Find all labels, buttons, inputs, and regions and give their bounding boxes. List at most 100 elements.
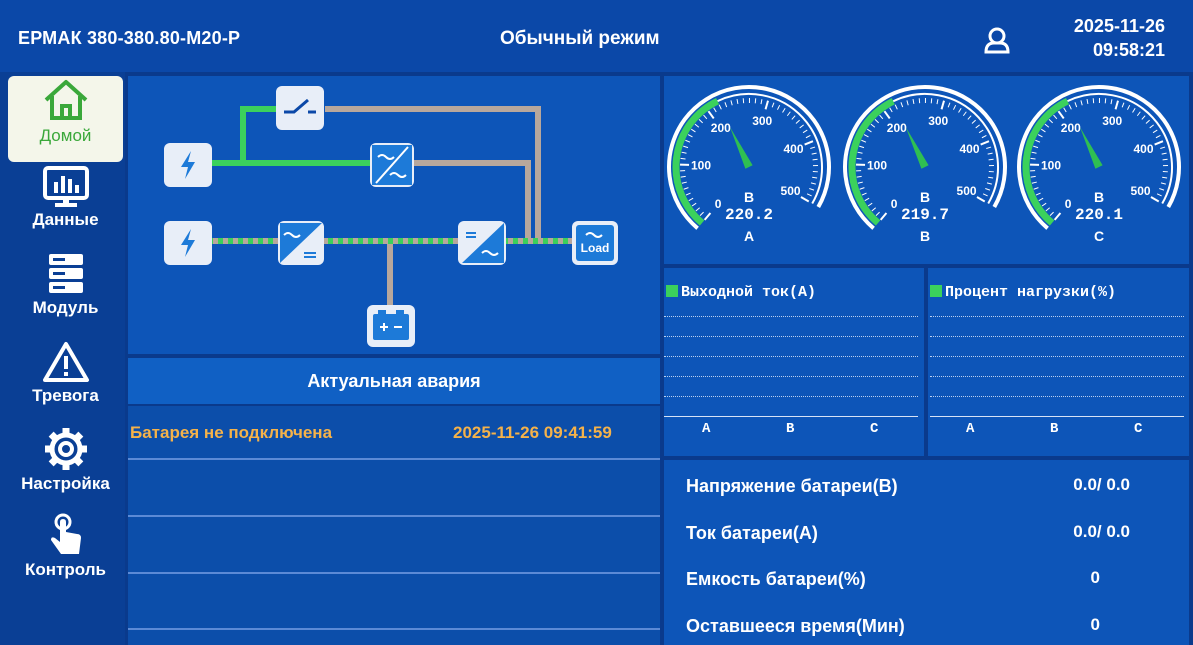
gauge-tick <box>777 104 781 110</box>
gauge-tick <box>718 104 722 110</box>
gauge-phase-label: B <box>920 228 930 244</box>
gauge-tick <box>1160 146 1166 149</box>
gauge-tick <box>1044 123 1050 128</box>
gauge-tick <box>805 135 811 139</box>
gauge-tick <box>879 212 888 221</box>
gauge-tick <box>1048 119 1053 124</box>
gauge-phase-label: C <box>1094 228 1104 244</box>
sidebar-item-alarm[interactable]: Тревога <box>8 340 123 426</box>
gauge-tick <box>791 115 796 120</box>
grid-line <box>664 396 918 397</box>
alarm-item-text: Батарея не подключена <box>130 423 333 442</box>
alarm-row-divider <box>128 515 660 517</box>
gauge-tick-label: 100 <box>1041 158 1061 172</box>
gauge-tick <box>879 114 884 120</box>
gauge-tick-label: 300 <box>752 114 772 128</box>
gauge-tick <box>681 151 687 154</box>
gauge-tick <box>799 124 804 129</box>
gauge-tick <box>967 115 972 120</box>
gauge-tick-label: 500 <box>781 184 801 198</box>
gauge-tick <box>981 135 987 139</box>
gauge-tick <box>976 196 986 203</box>
sidebar-item-data[interactable]: Данные <box>8 166 123 252</box>
gauge-value: 219.7 <box>901 206 949 224</box>
grid-line <box>930 336 1184 337</box>
gauge-tick-label: 400 <box>783 142 803 156</box>
gauge-tick <box>953 104 957 110</box>
gauge-tick <box>683 145 689 149</box>
gauge-tick <box>1127 104 1131 110</box>
gauge-tick <box>800 196 810 203</box>
battery-icon[interactable] <box>367 305 415 347</box>
battery-capacity-value: 0 <box>1090 568 1100 587</box>
gauge-value: 220.1 <box>1075 206 1123 224</box>
gauge-tick <box>980 140 990 146</box>
sidebar-item-label: Модуль <box>32 298 99 317</box>
grid-line <box>930 396 1184 397</box>
rectifier-icon[interactable] <box>278 221 324 265</box>
gauge-tick <box>971 119 976 124</box>
header-bar: ЕРМАК 380-380.80-М20-Р Обычный режим 202… <box>0 0 1193 72</box>
gauge-tick <box>1031 151 1037 154</box>
gauge-tick <box>687 134 693 138</box>
phase-label-b: B <box>786 421 795 437</box>
output-current-title: Выходной ток(А) <box>666 284 816 301</box>
gauge-tick <box>795 119 800 124</box>
gauge-tick <box>987 152 993 155</box>
gauge-tick <box>1161 152 1167 155</box>
bypass-input-lightning-icon[interactable] <box>164 143 212 187</box>
sidebar-item-home[interactable]: Домой <box>8 76 123 162</box>
gauge-tick <box>736 98 739 105</box>
battery-current-label: Ток батареи(А) <box>686 523 818 543</box>
gauge-tick <box>1068 104 1072 110</box>
sidebar-item-label: Данные <box>32 210 99 229</box>
grid-line <box>664 316 918 317</box>
date-text: 2025-11-26 <box>1073 16 1165 36</box>
gauge-needle <box>905 127 929 169</box>
active-alarm-title: Актуальная авария <box>128 358 660 404</box>
gauge-tick <box>810 182 816 185</box>
warning-icon <box>42 342 89 382</box>
monitor-chart-icon <box>42 166 89 207</box>
gauge-tick <box>707 110 715 120</box>
phase-label-c: C <box>870 421 879 437</box>
grid-line <box>664 356 918 357</box>
sidebar-item-settings[interactable]: Настройка <box>8 426 123 512</box>
main-input-lightning-icon[interactable] <box>164 221 212 265</box>
gauge-tick <box>1155 135 1161 139</box>
gauge-tick <box>857 181 863 184</box>
gauge-tick <box>782 107 786 113</box>
gauge-tick <box>856 175 862 178</box>
gauge-tick <box>947 102 951 108</box>
voltage-gauge-b: 0100200300400500B219.7B <box>843 85 1007 244</box>
bypass-switch-icon[interactable] <box>276 86 324 130</box>
remaining-time-label: Оставшееся время(Мин) <box>686 616 905 636</box>
gauge-tick <box>1063 107 1067 113</box>
load-icon[interactable]: Load <box>572 221 618 265</box>
bypass-inverter-icon[interactable] <box>370 143 414 187</box>
gauge-tick <box>875 211 880 216</box>
gauge-tick <box>695 207 701 212</box>
sidebar-item-control[interactable]: Контроль <box>8 512 123 598</box>
gauge-tick <box>861 192 867 196</box>
gauge-tick-label: 200 <box>711 121 731 135</box>
gauge-tick <box>698 119 703 124</box>
user-icon[interactable] <box>982 26 1012 54</box>
inverter-icon[interactable] <box>458 221 506 265</box>
gauge-tick <box>861 139 867 143</box>
gauge-tick <box>1053 114 1058 120</box>
gauge-tick <box>859 145 865 149</box>
gauge-tick <box>986 146 992 149</box>
gauge-tick <box>1030 175 1036 178</box>
output-current-title-text: Выходной ток(А) <box>681 284 817 301</box>
gauge-tick <box>958 107 962 113</box>
battery-voltage-label: Напряжение батареи(В) <box>686 476 898 496</box>
sidebar-item-module[interactable]: Модуль <box>8 252 123 338</box>
gauge-tick <box>1049 211 1054 216</box>
gear-icon <box>44 428 87 470</box>
gauge-tick-label: 0 <box>715 197 722 211</box>
gauge-tick <box>804 140 814 146</box>
gauge-tick <box>1031 181 1037 184</box>
gauge-tick <box>730 100 733 106</box>
voltage-gauge-c: 0 100 200 300 400 500 B220.1 C <box>1017 85 1181 244</box>
